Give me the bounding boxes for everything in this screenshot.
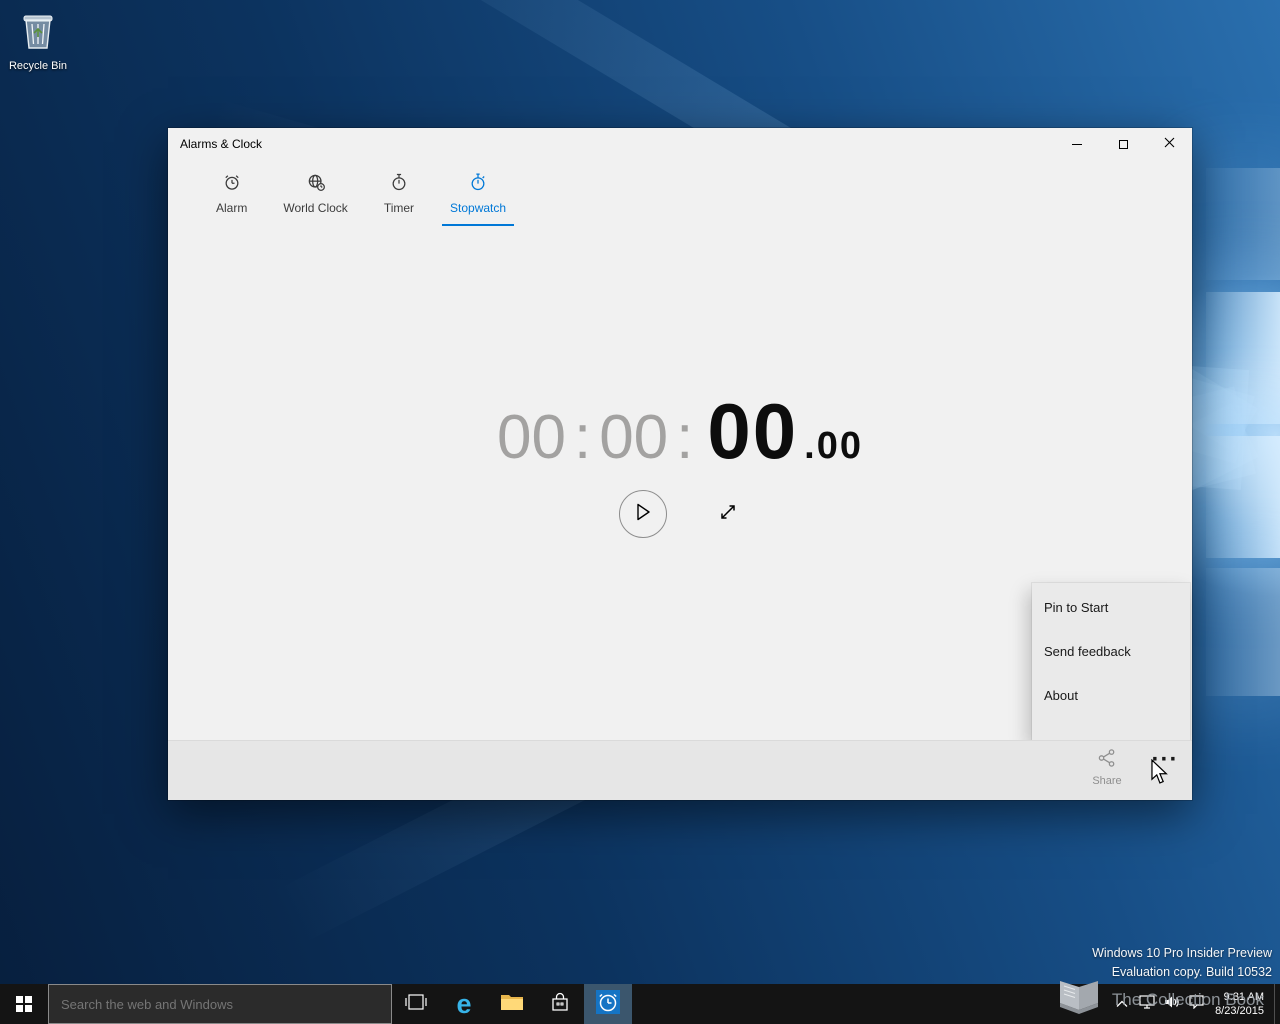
- task-view-icon: [405, 993, 427, 1015]
- share-label: Share: [1092, 775, 1122, 787]
- expand-icon: [717, 501, 739, 528]
- tab-label: Alarm: [216, 201, 248, 215]
- stopwatch-separator: :: [573, 403, 592, 472]
- timer-icon: [389, 172, 409, 197]
- wallpaper-window-pane: [1206, 568, 1280, 696]
- share-icon: [1097, 748, 1117, 773]
- insider-build-watermark: Windows 10 Pro Insider Preview Evaluatio…: [1092, 944, 1272, 982]
- network-button[interactable]: [1134, 984, 1159, 1024]
- stopwatch-hours: 00: [496, 403, 566, 472]
- recycle-bin-label: Recycle Bin: [8, 60, 68, 72]
- close-button[interactable]: [1146, 128, 1192, 160]
- edge-button[interactable]: e: [440, 984, 488, 1024]
- action-center-button[interactable]: [1184, 984, 1209, 1024]
- stopwatch-minutes: 00: [599, 403, 669, 472]
- stopwatch-icon: [468, 172, 488, 197]
- search-input[interactable]: [49, 985, 391, 1023]
- wallpaper-window-pane: [1206, 292, 1280, 424]
- windows-logo-icon: [16, 996, 32, 1012]
- tab-alarm[interactable]: Alarm: [208, 166, 255, 226]
- clock-time: 9:31 AM: [1223, 991, 1264, 1003]
- play-icon: [634, 502, 652, 527]
- stopwatch-controls: [168, 490, 1192, 538]
- volume-icon: [1164, 995, 1180, 1014]
- world-clock-icon: [306, 172, 326, 197]
- menu-item-send-feedback[interactable]: Send feedback: [1032, 629, 1190, 673]
- minimize-icon: [1072, 143, 1082, 145]
- show-desktop-button[interactable]: [1274, 984, 1280, 1024]
- recycle-bin-icon: [16, 15, 60, 56]
- maximize-button[interactable]: [1100, 128, 1146, 160]
- expand-button[interactable]: [715, 501, 741, 527]
- alarms-clock-window: Alarms & Clock Alarm World Clock Timer S…: [168, 128, 1192, 800]
- chevron-up-icon: [1116, 995, 1128, 1013]
- tab-label: Stopwatch: [450, 201, 507, 215]
- menu-item-about[interactable]: About: [1032, 673, 1190, 717]
- tab-label: World Clock: [283, 201, 348, 215]
- tab-timer[interactable]: Timer: [376, 166, 422, 226]
- more-options-menu: Pin to Start Send feedback About: [1032, 583, 1190, 740]
- taskbar: e: [0, 984, 1280, 1024]
- window-caption-buttons: [1054, 128, 1192, 160]
- pivot-tabbar: Alarm World Clock Timer Stopwatch: [168, 160, 1192, 226]
- clock-date: 8/23/2015: [1215, 1005, 1264, 1017]
- stopwatch-time-display: 00 : 00 : 00 .00: [168, 386, 1192, 477]
- alarm-icon: [222, 172, 242, 197]
- maximize-icon: [1118, 139, 1128, 149]
- network-icon: [1138, 994, 1155, 1014]
- wallpaper-window-pane: [1206, 168, 1280, 280]
- edge-icon: e: [456, 988, 472, 1019]
- watermark-line2: Evaluation copy. Build 10532: [1111, 965, 1272, 979]
- start-button[interactable]: [619, 490, 667, 538]
- tab-world-clock[interactable]: World Clock: [275, 166, 355, 226]
- wallpaper-window-pane: [1206, 436, 1280, 558]
- store-icon: [550, 992, 570, 1017]
- window-titlebar[interactable]: Alarms & Clock: [168, 128, 1192, 160]
- file-explorer-button[interactable]: [488, 984, 536, 1024]
- action-center-icon: [1189, 994, 1204, 1014]
- alarms-clock-taskbar-button[interactable]: [584, 984, 632, 1024]
- recycle-bin-shortcut[interactable]: Recycle Bin: [8, 8, 68, 72]
- app-command-bar: Share ···: [168, 740, 1192, 800]
- stopwatch-separator: :: [676, 403, 694, 472]
- taskbar-search: [48, 984, 392, 1024]
- store-button[interactable]: [536, 984, 584, 1024]
- window-title: Alarms & Clock: [180, 137, 263, 151]
- watermark-line1: Windows 10 Pro Insider Preview: [1092, 946, 1272, 960]
- system-tray: 9:31 AM 8/23/2015: [1109, 984, 1280, 1024]
- minimize-button[interactable]: [1054, 128, 1100, 160]
- stopwatch-seconds: 00: [707, 387, 799, 475]
- close-icon: [1164, 135, 1175, 153]
- tray-overflow-button[interactable]: [1109, 984, 1134, 1024]
- tab-stopwatch[interactable]: Stopwatch: [442, 166, 515, 226]
- tab-label: Timer: [383, 201, 415, 215]
- volume-button[interactable]: [1159, 984, 1184, 1024]
- stopwatch-centiseconds: .00: [804, 425, 863, 467]
- share-button[interactable]: Share: [1082, 748, 1132, 787]
- task-view-button[interactable]: [392, 984, 440, 1024]
- file-explorer-icon: [500, 992, 524, 1017]
- menu-item-pin-to-start[interactable]: Pin to Start: [1032, 585, 1190, 629]
- see-more-button[interactable]: ···: [1146, 743, 1184, 777]
- alarms-clock-app-icon: [595, 989, 621, 1020]
- start-button-taskbar[interactable]: [0, 984, 48, 1024]
- taskbar-clock[interactable]: 9:31 AM 8/23/2015: [1209, 984, 1274, 1024]
